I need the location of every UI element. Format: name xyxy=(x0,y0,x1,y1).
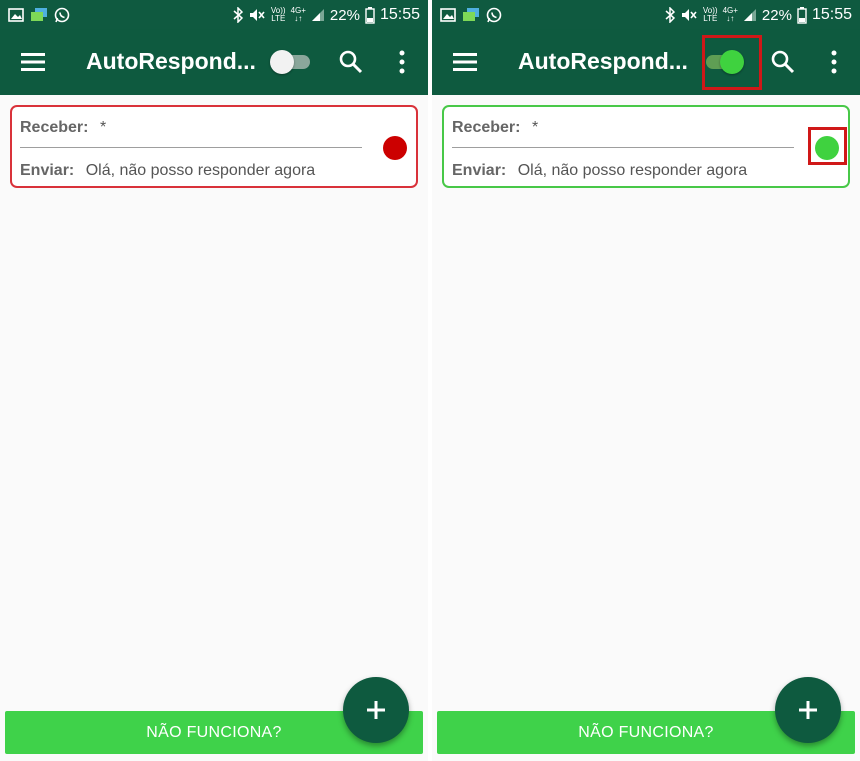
send-label: Enviar: xyxy=(452,162,507,179)
whatsapp-icon xyxy=(54,7,70,23)
messages-icon xyxy=(463,8,479,21)
mute-icon xyxy=(681,9,697,21)
menu-icon xyxy=(21,53,45,71)
battery-icon xyxy=(365,6,375,24)
receive-row: Receber: * xyxy=(452,119,538,137)
battery-icon xyxy=(797,6,807,24)
plus-icon xyxy=(367,701,385,719)
whatsapp-icon xyxy=(486,7,502,23)
app-title: AutoRespond... xyxy=(518,48,688,74)
image-icon xyxy=(8,8,24,22)
battery-percent: 22% xyxy=(329,6,360,24)
more-options-button[interactable] xyxy=(392,49,412,75)
app-title: AutoRespond... xyxy=(86,48,256,74)
clock: 15:55 xyxy=(811,6,852,23)
image-icon xyxy=(440,8,456,22)
battery-percent: 22% xyxy=(761,6,792,24)
menu-icon xyxy=(453,53,477,71)
search-icon xyxy=(339,50,363,74)
service-toggle[interactable] xyxy=(270,50,312,74)
signal-icon xyxy=(743,9,756,21)
menu-button[interactable] xyxy=(450,48,480,76)
receive-row: Receber: * xyxy=(20,119,106,137)
status-highlight-box xyxy=(808,127,847,165)
network-indicator: 4G+ ↓↑ xyxy=(722,6,738,23)
field-divider xyxy=(452,147,794,148)
volte-indicator: Vo)) LTE xyxy=(270,6,286,23)
search-button[interactable] xyxy=(338,49,364,75)
send-row: Enviar: Olá, não posso responder agora xyxy=(20,162,315,180)
status-bar: Vo)) LTE 4G+ ↓↑ 22% 15:55 xyxy=(0,0,428,29)
screen-left: Vo))LTE 4G+↓↑ 22% 15:55 AutoRespond... xyxy=(0,0,428,761)
toggle-thumb xyxy=(270,50,294,74)
send-value: Olá, não posso responder agora xyxy=(85,162,316,179)
bluetooth-icon xyxy=(233,7,243,23)
rule-status-dot xyxy=(383,136,407,160)
more-options-button[interactable] xyxy=(824,49,844,75)
bluetooth-icon xyxy=(665,7,675,23)
comparison-composite: Vo))LTE 4G+↓↑ 22% 15:55 AutoRespond... xyxy=(0,0,860,761)
menu-button[interactable] xyxy=(18,48,48,76)
plus-icon xyxy=(799,701,817,719)
network-indicator: 4G+ ↓↑ xyxy=(290,6,306,23)
search-button[interactable] xyxy=(770,49,796,75)
messages-icon xyxy=(31,8,47,21)
rule-card[interactable]: Receber: * Enviar: Olá, não posso respon… xyxy=(10,105,418,188)
receive-value: * xyxy=(99,119,107,136)
more-vert-icon xyxy=(831,50,837,74)
screen-right: Vo))LTE 4G+↓↑ 22% 15:55 AutoRespond... xyxy=(432,0,860,761)
search-icon xyxy=(771,50,795,74)
receive-label: Receber: xyxy=(20,119,89,136)
send-label: Enviar: xyxy=(20,162,75,179)
rule-card[interactable]: Receber: * Enviar: Olá, não posso respon… xyxy=(442,105,850,188)
signal-icon xyxy=(311,9,324,21)
add-rule-button[interactable] xyxy=(775,677,841,743)
send-value: Olá, não posso responder agora xyxy=(517,162,748,179)
toggle-highlight-box xyxy=(702,35,762,90)
more-vert-icon xyxy=(399,50,405,74)
mute-icon xyxy=(249,9,265,21)
app-bar: AutoRespond... xyxy=(0,29,428,95)
send-row: Enviar: Olá, não posso responder agora xyxy=(452,162,747,180)
clock: 15:55 xyxy=(379,6,420,23)
field-divider xyxy=(20,147,362,148)
app-bar: AutoRespond... xyxy=(432,29,860,95)
status-bar: Vo)) LTE 4G+ ↓↑ 22% 15:55 xyxy=(432,0,860,29)
receive-label: Receber: xyxy=(452,119,521,136)
volte-indicator: Vo)) LTE xyxy=(702,6,718,23)
add-rule-button[interactable] xyxy=(343,677,409,743)
receive-value: * xyxy=(531,119,539,136)
